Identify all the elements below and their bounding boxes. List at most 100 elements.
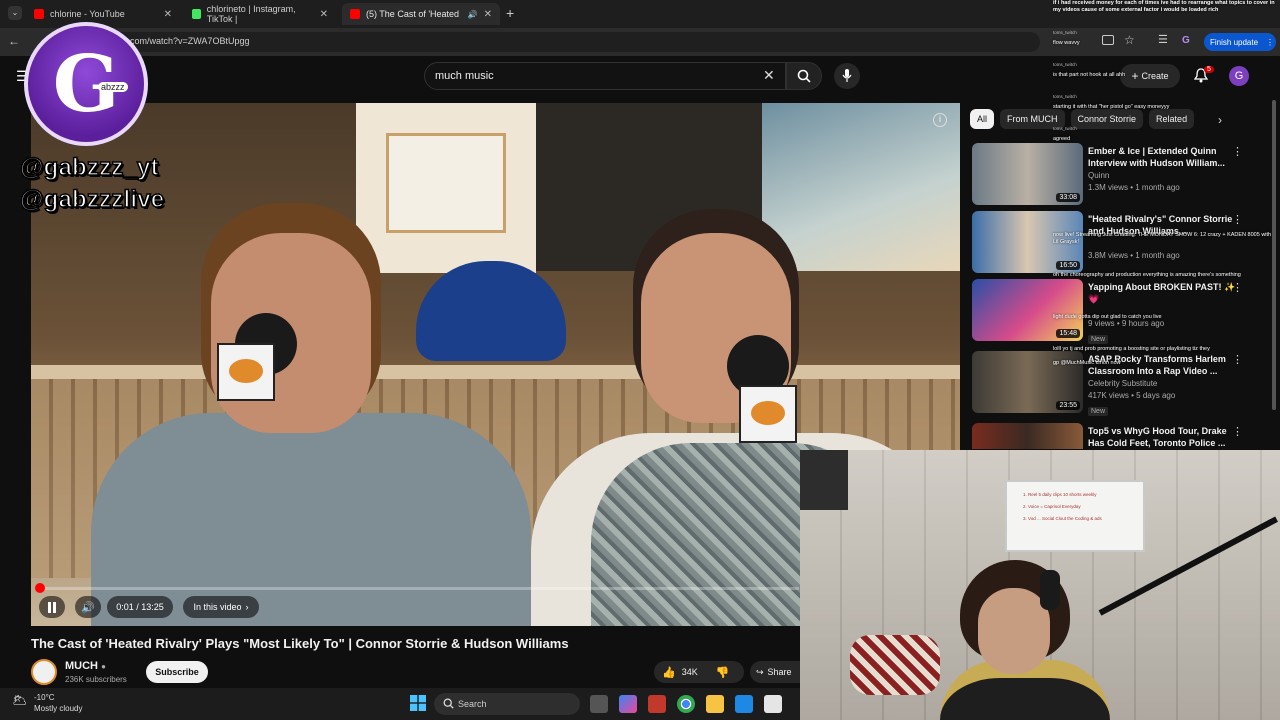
channel-avatar[interactable] <box>31 659 57 685</box>
close-tab-icon[interactable]: ✕ <box>164 9 172 20</box>
chip-all[interactable]: All <box>970 109 995 129</box>
channel-name[interactable]: MUCH ● <box>65 660 106 672</box>
url-text: com/watch?v=ZWA7OBtUpgg <box>130 36 250 46</box>
new-tab-button[interactable]: + <box>506 5 514 21</box>
channel-name-text: MUCH <box>65 660 98 672</box>
tab-heated-rivalry[interactable]: (5) The Cast of 'Heated Rivalry 🔊 ✕ <box>342 3 500 25</box>
chat-message: gp @MuchMusic cmon now <box>1053 360 1121 366</box>
volume-icon: 🔊 <box>81 601 95 614</box>
search-icon <box>797 69 811 83</box>
pause-icon <box>48 601 56 613</box>
info-icon[interactable]: i <box>933 113 947 127</box>
address-bar[interactable]: com/watch?v=ZWA7OBtUpgg <box>60 32 1040 52</box>
chat-overlay: if i had received money for each of time… <box>1048 0 1280 420</box>
in-this-video-button[interactable]: In this video › <box>183 596 259 618</box>
verified-icon: ● <box>101 662 106 671</box>
chat-username: toms_twitch <box>1053 30 1077 35</box>
chat-username: toms_twitch <box>1053 94 1077 99</box>
guest-left <box>71 233 531 626</box>
progress-scrubber[interactable] <box>35 583 45 593</box>
pause-button[interactable] <box>39 596 65 618</box>
handle-live: @gabzzzlive <box>19 185 165 214</box>
in-this-video-label: In this video <box>193 602 242 612</box>
chat-message: now live! Streaming Just Chatting: THE M… <box>1053 232 1272 245</box>
like-count: 34K <box>681 667 698 677</box>
chat-message: lolll yo tj and prob promoting a boostin… <box>1053 346 1210 352</box>
youtube-icon <box>350 9 360 19</box>
microphone-icon <box>842 69 852 82</box>
audio-playing-icon[interactable]: 🔊 <box>468 10 478 19</box>
screen: { "browser": { "tabs": [ {"label": "chlo… <box>0 0 1280 720</box>
tab-instagram-tiktok[interactable]: chlorineto | Instagram, TikTok | ✕ <box>184 3 336 25</box>
headphones <box>1040 570 1060 610</box>
weather-icon: 🌥 <box>12 693 28 707</box>
search-icon <box>443 698 454 709</box>
taskbar-search-label: Search <box>458 699 487 709</box>
task-view-icon[interactable] <box>590 695 608 713</box>
chat-message: is that part not hook at all ahh <box>1053 72 1126 78</box>
chat-message: light dude gotta dip out glad to catch y… <box>1053 314 1162 320</box>
snipping-tool-icon[interactable] <box>648 695 666 713</box>
mail-icon[interactable] <box>735 695 753 713</box>
close-tab-icon[interactable]: ✕ <box>320 9 328 20</box>
whiteboard: 1. Reel 5 daily clips 10 shorts weekly 2… <box>1005 480 1145 552</box>
linktree-icon <box>192 9 201 19</box>
tab-label: (5) The Cast of 'Heated Rivalry <box>365 9 462 19</box>
handle-youtube: @gabzzz_yt <box>19 153 159 182</box>
thumbs-up-icon: 👍 <box>662 666 676 679</box>
store-icon[interactable] <box>764 695 782 713</box>
streamer <box>940 560 1110 720</box>
back-arrow-icon[interactable]: ← <box>8 34 20 48</box>
whiteboard-line: 2. Voice = Caprisol Everyday <box>1023 504 1081 509</box>
chat-message: starting it with that "her pistol go" ea… <box>1053 104 1170 110</box>
whiteboard-line: 3. Vod ... Social Clout the Coding & ads <box>1023 516 1102 521</box>
search-button[interactable] <box>786 62 822 90</box>
chat-username: toms_twitch <box>1053 126 1077 131</box>
share-button[interactable]: ↪ Share <box>750 661 800 683</box>
search-query: much music <box>435 70 494 82</box>
logo-subtext: abzzz <box>98 82 128 92</box>
thumbs-down-icon[interactable]: 👎 <box>716 666 730 679</box>
progress-bar[interactable] <box>39 587 799 590</box>
tab-label: chlorineto | Instagram, TikTok | <box>206 4 296 24</box>
tab-label: chlorine - YouTube <box>50 9 125 19</box>
chat-username: toms_twitch <box>1053 62 1077 67</box>
whiteboard-line: 1. Reel 5 daily clips 10 shorts weekly <box>1023 492 1097 497</box>
search-input[interactable]: much music <box>424 62 786 90</box>
recommendation-item[interactable]: Top5 vs WhyG Hood Tour, Drake Has Cold F… <box>972 423 1262 449</box>
chevron-right-icon: › <box>245 602 249 612</box>
voice-search-button[interactable] <box>834 63 860 89</box>
chat-message: if i had received money for each of time… <box>1053 0 1275 13</box>
windows-start-icon[interactable] <box>410 695 426 711</box>
like-button[interactable]: 👍 34K 👎 <box>654 661 744 683</box>
taskbar-search[interactable]: Search <box>434 693 580 715</box>
chat-message: agreed <box>1053 136 1071 142</box>
share-icon: ↪ <box>756 666 764 677</box>
more-vert-icon[interactable]: ⋮ <box>1232 425 1243 438</box>
share-label: Share <box>767 667 792 677</box>
doorway <box>800 450 848 510</box>
close-tab-icon[interactable]: ✕ <box>484 9 492 20</box>
video-thumbnail[interactable] <box>972 423 1083 449</box>
clear-search-icon[interactable]: ✕ <box>763 67 775 84</box>
streamer-logo: G abzzz <box>24 22 148 146</box>
webcam-feed: 1. Reel 5 daily clips 10 shorts weekly 2… <box>800 450 1280 720</box>
chat-message: flow wavvy <box>1053 40 1080 46</box>
mic-flag-right <box>739 385 797 443</box>
volume-button[interactable]: 🔊 <box>75 596 101 618</box>
rec-title: Top5 vs WhyG Hood Tour, Drake Has Cold F… <box>1088 426 1227 448</box>
subscribe-button[interactable]: Subscribe <box>146 661 208 683</box>
youtube-icon <box>34 9 44 19</box>
chat-message: oh the choreography and production every… <box>1053 272 1241 278</box>
video-title: The Cast of 'Heated Rivalry' Plays "Most… <box>31 636 569 651</box>
copilot-icon[interactable] <box>619 695 637 713</box>
tab-chlorine-youtube[interactable]: chlorine - YouTube ✕ <box>26 3 180 25</box>
time-text: 0:01 / 13:25 <box>116 602 164 612</box>
time-display: 0:01 / 13:25 <box>107 596 173 618</box>
file-explorer-icon[interactable] <box>706 695 724 713</box>
tab-list-icon[interactable]: ⌄ <box>8 6 22 20</box>
subscriber-count: 236K subscribers <box>65 675 127 684</box>
chrome-icon[interactable] <box>677 695 695 713</box>
patterned-pillow <box>850 635 940 695</box>
mic-flag-left <box>217 343 275 401</box>
